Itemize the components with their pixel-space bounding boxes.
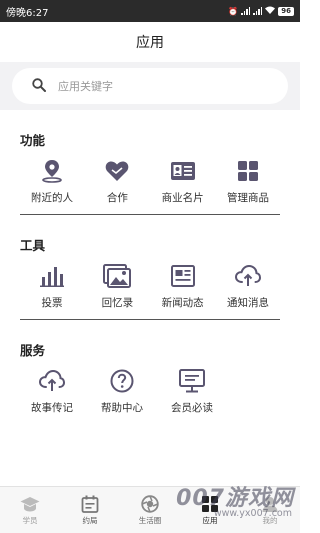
section-tools: 工具 投票 回忆录 新闻动态 通知消息 [0,215,300,319]
newspaper-icon [169,263,197,289]
status-icons: ⏰ 96 [228,6,294,16]
app-news[interactable]: 新闻动态 [151,263,215,319]
app-vote[interactable]: 投票 [20,263,84,319]
status-time: 傍晚6:27 [6,7,49,19]
tab-students[interactable]: 学员 [0,487,60,533]
section-title: 服务 [20,343,46,358]
signal-icon-2 [253,7,263,15]
app-member-must-read[interactable]: 会员必读 [160,368,224,424]
cloud-upload-icon [38,368,66,394]
app-nearby-people[interactable]: 附近的人 [20,158,84,214]
app-manage-products[interactable]: 管理商品 [216,158,280,214]
tab-mine[interactable]: 我的 [240,487,300,533]
cloud-upload-icon [234,263,262,289]
app-help-center[interactable]: 帮助中心 [90,368,154,424]
tab-life-circle[interactable]: 生活圈 [120,487,180,533]
app-memoir[interactable]: 回忆录 [85,263,149,319]
tab-appointments[interactable]: 约局 [60,487,120,533]
monitor-icon [178,368,206,394]
section-features: 功能 附近的人 合作 商业名片 管理商品 [0,110,300,214]
app-story-biography[interactable]: 故事传记 [20,368,84,424]
search-icon [32,77,46,96]
location-pin-icon [38,158,66,184]
aperture-icon [140,494,160,513]
section-services: 服务 故事传记 帮助中心 会员必读 [0,320,300,424]
page-title: 应用 [136,35,164,51]
apps-icon [200,495,220,513]
app-business-card[interactable]: 商业名片 [151,158,215,214]
grid-apps-icon [234,158,262,184]
alarm-icon: ⏰ [228,6,239,16]
search-bar: 应用关键字 [0,62,300,110]
wifi-icon [265,6,276,16]
handshake-heart-icon [103,158,131,184]
question-circle-icon [108,368,136,394]
search-placeholder: 应用关键字 [58,80,113,93]
bar-chart-icon [38,263,66,289]
section-title: 工具 [20,238,46,253]
calendar-icon [80,495,100,513]
app-notifications[interactable]: 通知消息 [216,263,280,319]
photo-album-icon [103,263,132,289]
signal-icon [241,7,251,15]
app-cooperation[interactable]: 合作 [85,158,149,214]
graduation-cap-icon [20,495,40,513]
business-card-icon [169,158,197,184]
status-bar: 傍晚6:27 ⏰ 96 [0,0,300,22]
bottom-tab-bar: 学员 约局 生活圈 应用 我的 [0,486,300,533]
battery-icon: 96 [278,6,294,16]
search-input[interactable]: 应用关键字 [12,68,288,104]
user-icon [260,495,280,513]
section-title: 功能 [20,133,46,148]
tab-apps[interactable]: 应用 [180,487,240,533]
